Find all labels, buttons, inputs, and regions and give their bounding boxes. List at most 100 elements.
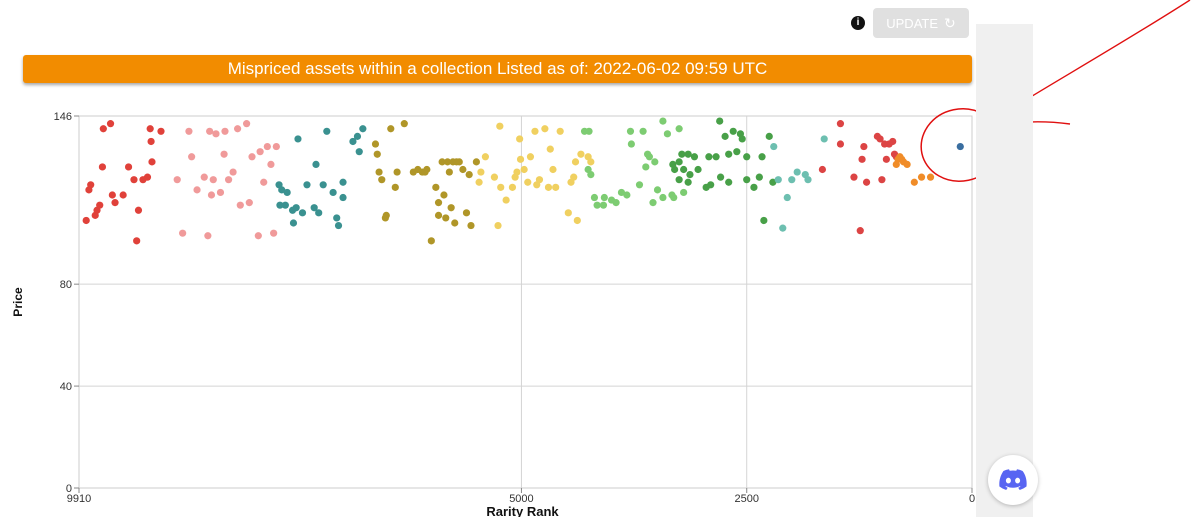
scatter-point [312, 160, 320, 169]
scatter-point [465, 171, 473, 179]
y-axis-label: Price [11, 287, 25, 317]
scatter-point [765, 132, 773, 140]
scatter-point [209, 176, 217, 184]
scatter-point [267, 160, 275, 169]
scatter-point [494, 221, 502, 230]
scatter-point [858, 155, 866, 163]
scatter-point [716, 117, 724, 125]
scatter-point [427, 237, 435, 245]
scatter-point [755, 173, 763, 181]
scatter-point [467, 221, 475, 230]
scatter-point [99, 125, 107, 133]
scatter-point [686, 171, 694, 179]
scatter-point [750, 183, 758, 191]
x-tick-label: 9910 [67, 493, 91, 505]
scatter-point [758, 153, 766, 161]
scatter-point [820, 135, 828, 143]
scatter-point [712, 153, 720, 161]
scatter-point [224, 176, 233, 184]
scatter-point [462, 209, 471, 217]
scatter-point [256, 148, 264, 156]
scatter-point [623, 191, 631, 199]
scatter-point [423, 165, 431, 174]
scatter-point [440, 191, 448, 199]
mispriced-scatter-chart: 040801469910 5000 2500 0PriceRarity Rank [11, 111, 975, 517]
scatter-point [243, 120, 251, 128]
scatter-point [432, 183, 440, 191]
scatter-point [451, 219, 459, 227]
scatter-point [442, 214, 450, 222]
scatter-point [475, 178, 483, 186]
scatter-point [675, 158, 683, 166]
scatter-point [333, 214, 341, 222]
scatter-point [133, 237, 141, 245]
discord-icon [999, 469, 1027, 490]
scatter-point [678, 150, 686, 158]
scatter-point [263, 142, 271, 151]
scatter-point [375, 168, 383, 176]
scatter-point [481, 153, 490, 161]
scatter-point [642, 163, 650, 171]
scatter-point [147, 137, 155, 146]
discord-button[interactable] [988, 455, 1038, 505]
scatter-point [725, 178, 733, 186]
scatter-point [179, 229, 187, 237]
scatter-point [600, 193, 608, 202]
scatter-point [675, 176, 683, 184]
y-tick-label: 146 [54, 111, 72, 123]
scatter-point [387, 125, 395, 133]
scatter-point [671, 165, 679, 174]
scatter-point [544, 183, 553, 191]
x-axis-label: Rarity Rank [486, 504, 559, 517]
scatter-point [910, 178, 918, 186]
scatter-point [760, 216, 768, 225]
scatter-point [549, 165, 557, 174]
scatter-point [635, 181, 644, 189]
scatter-point [526, 153, 535, 161]
scatter-point [378, 176, 386, 184]
scatter-point [690, 153, 699, 161]
scatter-point [106, 120, 115, 128]
scatter-point [134, 206, 143, 214]
scatter-point [694, 165, 702, 174]
scatter-point [185, 127, 193, 135]
scatter-point [292, 204, 300, 212]
scatter-point [705, 153, 713, 161]
scatter-point [743, 153, 751, 161]
scatter-point [455, 158, 463, 166]
scatter-point [245, 199, 253, 207]
scatter-point [779, 224, 787, 232]
scatter-point [793, 168, 801, 176]
scatter-point [627, 140, 635, 148]
scatter-point [684, 178, 692, 186]
scatter-point [229, 168, 237, 176]
scatter-point [663, 130, 672, 138]
scatter-point [447, 204, 455, 212]
scatter-point [200, 173, 208, 181]
scatter-point [917, 173, 926, 181]
scatter-point [96, 201, 104, 209]
scatter-point [804, 176, 812, 184]
scatter-point [339, 193, 347, 202]
scatter-point [220, 150, 228, 158]
scatter-point [659, 117, 667, 125]
scatter-point [373, 150, 381, 158]
scatter-point [472, 158, 480, 166]
scatter-point [541, 125, 549, 133]
scatter-point [587, 158, 595, 166]
scatter-point [516, 135, 524, 143]
scatter-point [508, 183, 517, 191]
scatter-point [281, 201, 289, 209]
scatter-point [400, 120, 408, 128]
scatter-point [445, 168, 453, 176]
scatter-point [82, 216, 90, 225]
scatter-point [319, 181, 327, 189]
scatter-point [272, 142, 280, 151]
scatter-point [353, 132, 362, 140]
scatter-point [434, 211, 443, 219]
x-tick-label: 2500 [734, 493, 758, 505]
scatter-point [294, 135, 302, 143]
scatter-point [188, 153, 196, 161]
scatter-point [502, 196, 510, 204]
scatter-point [382, 211, 390, 219]
